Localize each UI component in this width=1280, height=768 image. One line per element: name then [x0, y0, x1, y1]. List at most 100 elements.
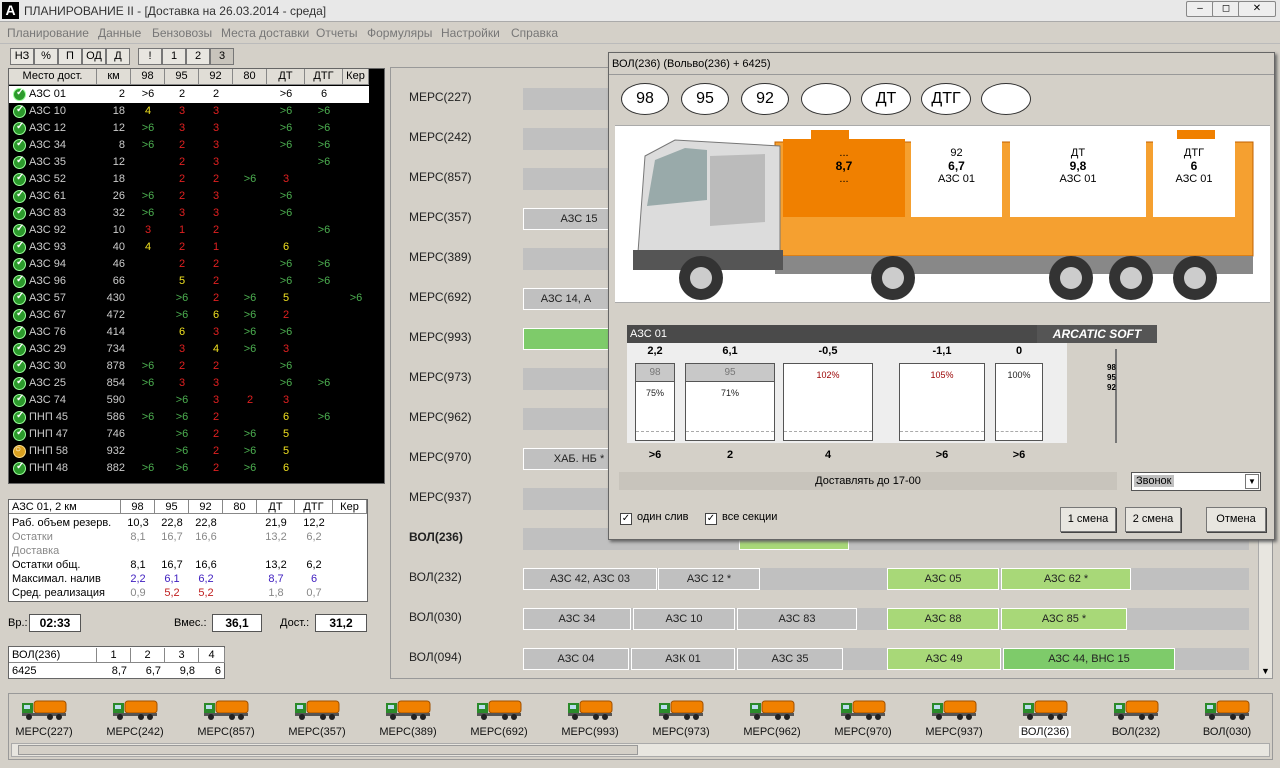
truck-button[interactable]: МЕРС(962): [732, 698, 812, 738]
shift-2-button[interactable]: 2 смена: [1125, 507, 1181, 532]
notify-select[interactable]: Звонок ▼: [1131, 472, 1261, 491]
table-row[interactable]: ПНП 47 746 >6 2 >6 5: [9, 426, 369, 443]
toolbar-button[interactable]: П: [58, 48, 82, 65]
menu-item[interactable]: Справка: [511, 26, 558, 40]
menu-item[interactable]: Места доставки: [221, 26, 309, 40]
close-button[interactable]: ✕: [1238, 1, 1276, 17]
menu-item[interactable]: Отчеты: [316, 26, 357, 40]
table-row[interactable]: АЗС 01 2 >6 2 2 >6 6: [9, 86, 369, 103]
table-row[interactable]: АЗС 83 32 >6 3 3 >6: [9, 205, 369, 222]
delivery-slot[interactable]: АЗС 88: [887, 608, 999, 630]
delivery-slot[interactable]: АЗС 62 *: [1001, 568, 1131, 590]
toolbar-button[interactable]: Д: [106, 48, 130, 65]
menu-item[interactable]: Планирование: [7, 26, 89, 40]
truck-name[interactable]: МЕРС(242): [409, 130, 472, 144]
truck-button[interactable]: ВОЛ(236): [1005, 698, 1085, 738]
column-header[interactable]: ДТ: [267, 69, 305, 85]
fuel-type-oval[interactable]: ДТГ: [921, 83, 971, 115]
delivery-slot[interactable]: [523, 328, 609, 350]
tank-section-4[interactable]: ДТГ 6 АЗС 01: [1153, 139, 1235, 217]
table-row[interactable]: АЗС 12 12 >6 3 3 >6 >6: [9, 120, 369, 137]
table-row[interactable]: АЗС 52 18 2 2 >6 3: [9, 171, 369, 188]
table-row[interactable]: АЗС 10 18 4 3 3 >6 >6: [9, 103, 369, 120]
column-header[interactable]: Кер: [343, 69, 369, 85]
table-row[interactable]: АЗС 30 878 >6 2 2 >6: [9, 358, 369, 375]
toolbar-button[interactable]: %: [34, 48, 58, 65]
chevron-down-icon[interactable]: ▼: [1245, 474, 1259, 489]
menu-item[interactable]: Формуляры: [367, 26, 432, 40]
truck-button[interactable]: МЕРС(227): [4, 698, 84, 738]
delivery-slot[interactable]: АЗС 10: [633, 608, 735, 630]
scrollbar-horizontal[interactable]: [11, 743, 1270, 757]
scroll-down-icon[interactable]: ▼: [1261, 666, 1270, 676]
truck-button[interactable]: ВОЛ(232): [1096, 698, 1176, 738]
truck-name[interactable]: МЕРС(389): [409, 250, 472, 264]
table-row[interactable]: АЗС 61 26 >6 2 3 >6: [9, 188, 369, 205]
truck-name[interactable]: ВОЛ(232): [409, 570, 462, 584]
minimize-button[interactable]: –: [1186, 1, 1214, 17]
table-row[interactable]: АЗС 57 430 >6 2 >6 5 >6: [9, 290, 369, 307]
truck-button[interactable]: МЕРС(857): [186, 698, 266, 738]
column-header[interactable]: 92: [199, 69, 233, 85]
all-sections-checkbox[interactable]: ✓: [705, 513, 717, 525]
truck-button[interactable]: МЕРС(937): [914, 698, 994, 738]
toolbar-button[interactable]: 3: [210, 48, 234, 65]
delivery-slot[interactable]: АЗС 83: [737, 608, 857, 630]
table-row[interactable]: АЗС 93 40 4 2 1 6: [9, 239, 369, 256]
tank-section-1[interactable]: ... 8,7 ...: [783, 139, 905, 217]
truck-name[interactable]: МЕРС(692): [409, 290, 472, 304]
fuel-type-oval[interactable]: ДТ: [861, 83, 911, 115]
toolbar-button[interactable]: ОД: [82, 48, 106, 65]
delivery-slot[interactable]: АЗС 34: [523, 608, 631, 630]
table-row[interactable]: АЗС 29 734 3 4 >6 3: [9, 341, 369, 358]
maximize-button[interactable]: ◻: [1212, 1, 1240, 17]
toolbar-button[interactable]: 2: [186, 48, 210, 65]
table-row[interactable]: АЗС 76 414 6 3 >6 >6: [9, 324, 369, 341]
menu-item[interactable]: Бензовозы: [152, 26, 212, 40]
delivery-slot[interactable]: АЗС 49: [887, 648, 1001, 670]
truck-lane[interactable]: АЗС 34 АЗС 10 АЗС 83 АЗС 88 АЗС 85 *: [523, 608, 1249, 630]
stations-grid[interactable]: Место дост.км98959280ДТДТГКер АЗС 01 2 >6 2 2…: [8, 68, 385, 484]
tank-section-2[interactable]: 92 6,7 АЗС 01: [911, 139, 1002, 217]
truck-lane[interactable]: АЗС 04 АЗК 01 АЗС 35 АЗС 49 АЗС 44, ВНС 15: [523, 648, 1249, 670]
truck-name[interactable]: МЕРС(937): [409, 490, 472, 504]
delivery-slot[interactable]: АЗК 01: [631, 648, 735, 670]
truck-button[interactable]: МЕРС(692): [459, 698, 539, 738]
truck-button[interactable]: ВОЛ(030): [1187, 698, 1267, 738]
column-header[interactable]: 98: [131, 69, 165, 85]
truck-button[interactable]: МЕРС(970): [823, 698, 903, 738]
delivery-slot[interactable]: АЗС 14, А: [523, 288, 609, 310]
cancel-button[interactable]: Отмена: [1206, 507, 1266, 532]
delivery-slot[interactable]: АЗС 85 *: [1001, 608, 1127, 630]
truck-name[interactable]: МЕРС(227): [409, 90, 472, 104]
truck-name[interactable]: МЕРС(973): [409, 370, 472, 384]
delivery-slot[interactable]: АЗС 35: [737, 648, 843, 670]
fuel-type-oval[interactable]: 98: [621, 83, 669, 115]
truck-lane[interactable]: АЗС 42, АЗС 03 АЗС 12 * АЗС 05 АЗС 62 *: [523, 568, 1249, 590]
column-header[interactable]: 80: [233, 69, 267, 85]
menu-item[interactable]: Настройки: [441, 26, 500, 40]
column-header[interactable]: 95: [165, 69, 199, 85]
table-row[interactable]: АЗС 35 12 2 3 >6: [9, 154, 369, 171]
menu-item[interactable]: Данные: [98, 26, 141, 40]
delivery-slot[interactable]: АЗС 12 *: [658, 568, 760, 590]
toolbar-button[interactable]: НЗ: [10, 48, 34, 65]
column-header[interactable]: км: [97, 69, 131, 85]
fuel-type-oval[interactable]: [801, 83, 851, 115]
toolbar-button[interactable]: 1: [162, 48, 186, 65]
column-header[interactable]: Место дост.: [9, 69, 97, 85]
delivery-slot[interactable]: АЗС 04: [523, 648, 629, 670]
table-row[interactable]: ПНП 58 932 >6 2 >6 5: [9, 443, 369, 460]
delivery-slot[interactable]: АЗС 05: [887, 568, 999, 590]
column-header[interactable]: ДТГ: [305, 69, 343, 85]
truck-name[interactable]: ВОЛ(236): [409, 530, 463, 544]
delivery-slot[interactable]: АЗС 44, ВНС 15: [1003, 648, 1175, 670]
truck-button[interactable]: МЕРС(357): [277, 698, 357, 738]
truck-button[interactable]: МЕРС(993): [550, 698, 630, 738]
fuel-type-oval[interactable]: [981, 83, 1031, 115]
table-row[interactable]: АЗС 96 66 5 2 >6 >6: [9, 273, 369, 290]
table-row[interactable]: АЗС 92 10 3 1 2 >6: [9, 222, 369, 239]
scroll-thumb[interactable]: [18, 745, 638, 755]
shift-1-button[interactable]: 1 смена: [1060, 507, 1116, 532]
truck-name[interactable]: МЕРС(857): [409, 170, 472, 184]
